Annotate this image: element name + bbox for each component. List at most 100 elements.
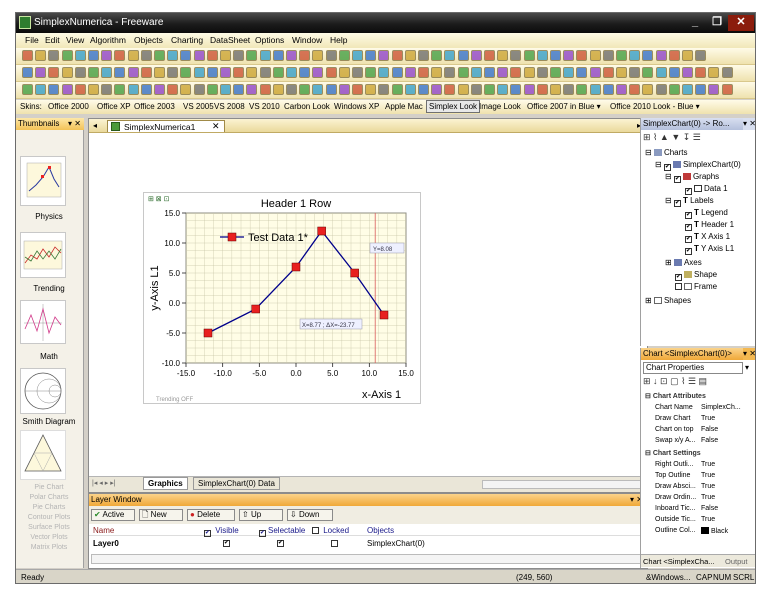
toolbar-icon[interactable] — [127, 84, 139, 95]
layer0-visible-checkbox[interactable]: ✔ — [223, 540, 230, 547]
toolbar-icon[interactable] — [404, 67, 416, 78]
toolbar-icon[interactable] — [167, 67, 179, 78]
skin-apple-mac[interactable]: Apple Mac — [385, 102, 423, 111]
delete-button[interactable]: ● Delete — [187, 509, 235, 521]
toolbar-icon[interactable] — [484, 84, 495, 95]
toolbar-icon[interactable] — [629, 50, 641, 61]
toolbar-icon[interactable] — [616, 50, 627, 61]
toolbar-icon[interactable] — [88, 84, 99, 95]
locked-all-checkbox[interactable] — [312, 527, 319, 534]
toolbar-icon[interactable] — [642, 50, 654, 61]
toolbar-icon[interactable] — [352, 84, 363, 95]
toolbar-icon[interactable] — [655, 84, 667, 95]
toolbar-icon[interactable] — [391, 50, 403, 61]
toolbar-icon[interactable] — [404, 84, 416, 95]
toolbar-icon[interactable] — [682, 50, 693, 61]
toolbar-icon[interactable] — [61, 67, 73, 78]
tree-item-frame[interactable]: Frame — [675, 282, 717, 291]
skin-vs-2010[interactable]: VS 2010 — [249, 102, 280, 111]
toolbar-icon[interactable] — [510, 50, 522, 61]
toolbar-icon[interactable] — [365, 67, 377, 78]
skin-simplex-look-selected[interactable]: Simplex Look — [426, 100, 481, 113]
toolbar-icon[interactable] — [404, 50, 416, 61]
toolbar-icon[interactable] — [154, 84, 165, 95]
toolbar-icon[interactable] — [246, 67, 258, 78]
maximize-button[interactable]: ❐ — [706, 15, 728, 31]
thumbnail-trending[interactable] — [20, 232, 66, 278]
toolbar-icon[interactable] — [576, 67, 588, 78]
skin-office-2003[interactable]: Office 2003 — [134, 102, 175, 111]
toolbar-icon[interactable] — [418, 84, 429, 95]
prop-value[interactable]: True — [701, 472, 715, 479]
prop-value[interactable]: True — [701, 461, 715, 468]
simplexchart-checkbox[interactable]: ✔ — [663, 164, 671, 171]
toolbar-icon[interactable] — [668, 67, 680, 78]
toolbar-icon[interactable] — [338, 67, 350, 78]
toolbar-icon[interactable] — [35, 50, 47, 61]
toolbar-icon[interactable] — [444, 67, 456, 78]
toolbar-icon[interactable] — [48, 84, 60, 95]
toolbar-icon[interactable] — [642, 84, 654, 95]
toolbar-icon[interactable] — [563, 67, 575, 78]
toolbar-icon[interactable] — [114, 84, 126, 95]
toolbar-icon[interactable] — [114, 50, 126, 61]
tree-item-header-1[interactable]: ✔ T Header 1 — [685, 220, 734, 231]
toolbar-icon[interactable] — [61, 50, 73, 61]
toolbar-icon[interactable] — [167, 84, 179, 95]
toolbar-icon[interactable] — [629, 67, 641, 78]
toolbar-icon[interactable] — [378, 50, 390, 61]
prop-value[interactable]: False — [701, 426, 718, 433]
down-button[interactable]: ⇩ Down — [287, 509, 333, 521]
prop-value[interactable]: True — [701, 415, 715, 422]
toolbar-icon[interactable] — [233, 84, 245, 95]
properties-toolbar[interactable]: ⊞ ↓ ⊡ ▢ ⌇ ☰ ▤ — [643, 376, 755, 388]
menu-algorithm[interactable]: Algorithm — [90, 35, 126, 45]
toolbar-icon[interactable] — [589, 67, 601, 78]
toolbar-icon[interactable] — [721, 84, 733, 95]
toolbar-icon[interactable] — [312, 84, 324, 95]
toolbar-icon[interactable] — [286, 67, 297, 78]
prop-value[interactable]: Black — [701, 527, 728, 535]
labels-checkbox[interactable]: ✔ — [673, 200, 681, 207]
toolbar-icon[interactable] — [444, 84, 456, 95]
toolbar-icon[interactable] — [206, 67, 218, 78]
toolbar-icon[interactable] — [668, 50, 680, 61]
selectable-all-checkbox[interactable]: ✔ — [259, 530, 266, 537]
toolbar-icon[interactable] — [206, 50, 218, 61]
tree-item-legend[interactable]: ✔ T Legend — [685, 208, 728, 219]
toolbar-icon[interactable] — [365, 84, 377, 95]
toolbar-icon[interactable] — [259, 50, 271, 61]
toolbar-icon[interactable] — [206, 84, 218, 95]
thumbnail-ternary[interactable] — [20, 430, 66, 480]
data1-checkbox[interactable]: ✔ — [685, 188, 692, 195]
skin-image-look[interactable]: Image Look — [479, 102, 521, 111]
toolbar-icon[interactable] — [114, 67, 126, 78]
toolbar-icon[interactable] — [35, 67, 47, 78]
toolbar-icon[interactable] — [259, 84, 271, 95]
skin-office-2010-blue[interactable]: Office 2010 Look - Blue ▾ — [610, 102, 700, 111]
toolbar-icon[interactable] — [470, 50, 482, 61]
toolbar-icon[interactable] — [391, 84, 403, 95]
legend-checkbox[interactable]: ✔ — [685, 212, 692, 219]
prop-value[interactable]: SimplexCh... — [701, 404, 741, 411]
tab-graphics[interactable]: Graphics — [143, 477, 188, 490]
close-icon[interactable]: ▾ ✕ — [68, 118, 81, 130]
toolbar-icon[interactable] — [246, 50, 258, 61]
toolbar-icon[interactable] — [272, 67, 284, 78]
toolbar-icon[interactable] — [61, 84, 73, 95]
group-chart-attributes[interactable]: ⊟ Chart Attributes — [645, 392, 706, 400]
visible-all-checkbox[interactable]: ✔ — [204, 530, 211, 537]
toolbar-icon[interactable] — [286, 84, 297, 95]
tab-nav-icons[interactable]: |◂ ◂ ▸ ▸| — [92, 479, 116, 487]
layer-horizontal-scrollbar[interactable] — [91, 554, 645, 564]
toolbar-icon[interactable] — [589, 84, 601, 95]
toolbar-icon[interactable] — [312, 50, 324, 61]
toolbar-icon[interactable] — [431, 84, 443, 95]
menu-objects[interactable]: Objects — [134, 35, 163, 45]
skin-office-2007-blue[interactable]: Office 2007 in Blue ▾ — [527, 102, 601, 111]
toolbar-icon[interactable] — [101, 50, 113, 61]
layer0-selectable-checkbox[interactable]: ✔ — [277, 540, 284, 547]
toolbar-icon[interactable] — [352, 67, 363, 78]
toolbar-icon[interactable] — [470, 67, 482, 78]
tab-chart-properties[interactable]: Chart <SimplexCha... — [643, 557, 715, 566]
